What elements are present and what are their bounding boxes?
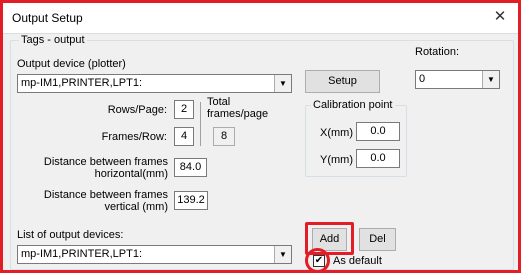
total-label-line1: Total bbox=[207, 96, 231, 108]
calibration-x-input[interactable]: 0.0 bbox=[356, 122, 400, 141]
distance-vertical-label: Distance between frames vertical (mm) bbox=[18, 189, 168, 213]
rows-per-page-label: Rows/Page: bbox=[107, 104, 167, 116]
device-list-value: mp-IM1,PRINTER,LPT1: bbox=[21, 248, 143, 260]
distance-horizontal-label: Distance between frames horizontal(mm) bbox=[18, 156, 168, 180]
setup-button[interactable]: Setup bbox=[305, 70, 380, 93]
rows-per-page-input[interactable]: 2 bbox=[174, 100, 194, 119]
frames-per-row-label: Frames/Row: bbox=[101, 131, 167, 143]
del-button[interactable]: Del bbox=[359, 228, 396, 251]
device-list-label: List of output devices: bbox=[17, 229, 124, 241]
distance-vertical-label-line2: vertical (mm) bbox=[104, 201, 168, 213]
distance-vertical-input[interactable]: 139.2 bbox=[174, 191, 208, 210]
tags-output-group-title: Tags - output bbox=[19, 34, 87, 47]
distance-horizontal-label-line2: horizontal(mm) bbox=[94, 168, 168, 180]
chevron-down-icon[interactable]: ▼ bbox=[274, 75, 291, 92]
distance-vertical-label-line1: Distance between frames bbox=[43, 189, 168, 201]
window-title: Output Setup bbox=[12, 11, 83, 25]
rotation-select[interactable]: 0 ▼ bbox=[415, 70, 500, 89]
calibration-y-input[interactable]: 0.0 bbox=[356, 149, 400, 168]
checkbox-highlight bbox=[305, 248, 330, 273]
output-device-select[interactable]: mp-IM1,PRINTER,LPT1: ▼ bbox=[17, 74, 292, 93]
chevron-down-icon[interactable]: ▼ bbox=[482, 71, 499, 88]
total-label-line2: frames/page bbox=[207, 108, 269, 120]
total-label: Total frames/page bbox=[207, 96, 268, 120]
output-device-value: mp-IM1,PRINTER,LPT1: bbox=[21, 77, 143, 89]
output-setup-dialog: Output Setup ✕ Tags - output Output devi… bbox=[0, 0, 521, 273]
distance-horizontal-input[interactable]: 84.0 bbox=[174, 158, 207, 177]
calibration-point-title: Calibration point bbox=[311, 99, 395, 112]
total-bracket bbox=[200, 102, 203, 146]
title-bar: Output Setup ✕ bbox=[3, 3, 518, 34]
chevron-down-icon[interactable]: ▼ bbox=[274, 246, 291, 263]
output-device-label: Output device (plotter) bbox=[17, 58, 126, 70]
close-icon[interactable]: ✕ bbox=[490, 7, 510, 27]
device-list-select[interactable]: mp-IM1,PRINTER,LPT1: ▼ bbox=[17, 245, 292, 264]
frames-per-row-input[interactable]: 4 bbox=[174, 127, 194, 146]
calibration-x-label: X(mm) bbox=[320, 127, 353, 139]
calibration-y-label: Y(mm) bbox=[320, 154, 353, 166]
distance-horizontal-label-line1: Distance between frames bbox=[43, 156, 168, 168]
rotation-label: Rotation: bbox=[415, 46, 460, 58]
total-frames-value: 8 bbox=[213, 127, 235, 146]
rotation-value: 0 bbox=[419, 73, 426, 85]
as-default-label[interactable]: As default bbox=[333, 255, 382, 267]
